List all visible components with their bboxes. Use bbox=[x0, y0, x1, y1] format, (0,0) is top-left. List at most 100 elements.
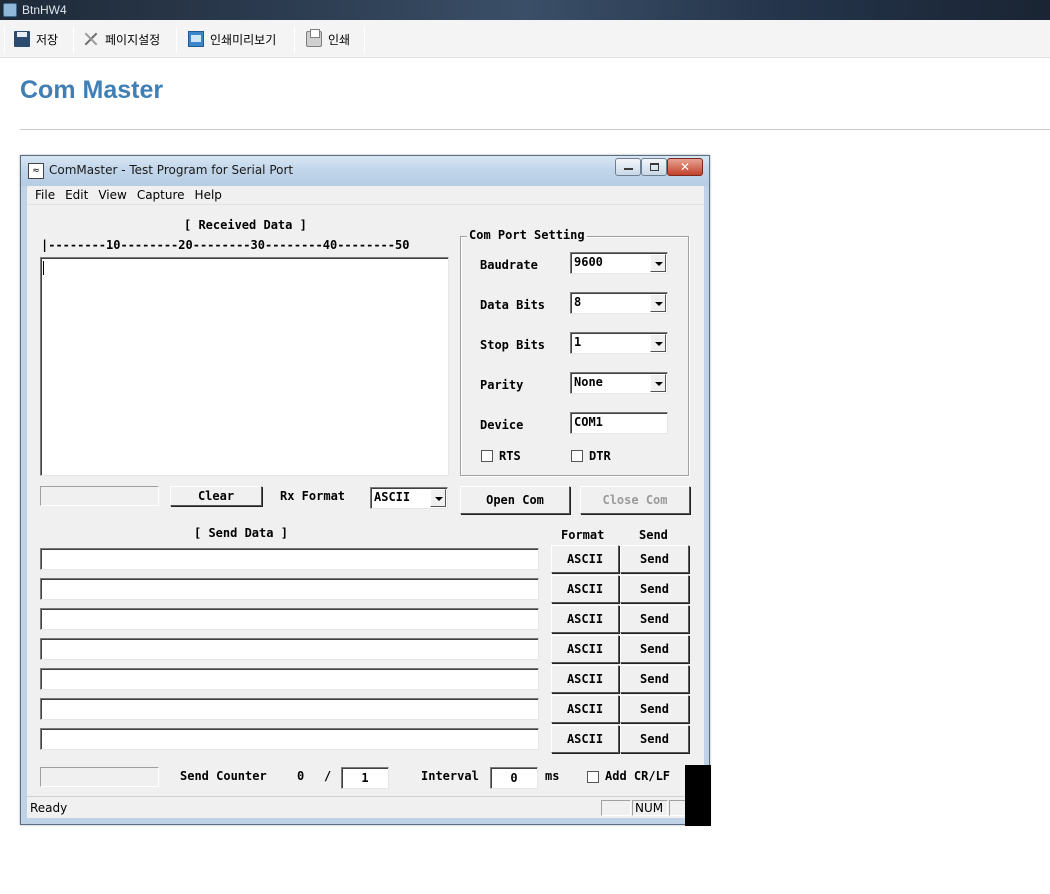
send-counter-label: Send Counter bbox=[180, 769, 267, 783]
baudrate-label: Baudrate bbox=[480, 258, 538, 272]
format-toggle-button[interactable]: ASCII bbox=[551, 575, 619, 603]
device-label: Device bbox=[480, 418, 524, 432]
outer-title-bar: BtnHW4 bbox=[0, 0, 1050, 20]
menu-bar: File Edit View Capture Help bbox=[27, 186, 704, 205]
commaster-app-icon: ≈ bbox=[28, 163, 44, 179]
rts-checkbox[interactable] bbox=[481, 450, 493, 462]
format-column-header: Format bbox=[561, 528, 605, 542]
send-button[interactable]: Send bbox=[620, 695, 689, 723]
data-bits-select[interactable]: 8 bbox=[570, 292, 668, 314]
send-data-input[interactable] bbox=[40, 608, 539, 630]
rx-format-select[interactable]: ASCII bbox=[370, 487, 448, 509]
rx-format-value: ASCII bbox=[374, 490, 411, 504]
save-label: 저장 bbox=[36, 32, 59, 47]
toolbar-separator bbox=[4, 27, 5, 53]
toolbar-separator bbox=[294, 27, 295, 53]
close-button[interactable]: ✕ bbox=[667, 158, 703, 176]
menu-help[interactable]: Help bbox=[190, 186, 227, 204]
send-column-header: Send bbox=[639, 528, 668, 542]
status-ready: Ready bbox=[30, 801, 68, 815]
dtr-checkbox[interactable] bbox=[571, 450, 583, 462]
menu-capture[interactable]: Capture bbox=[132, 186, 190, 204]
print-preview-label: 인쇄미리보기 bbox=[210, 32, 277, 47]
menu-view[interactable]: View bbox=[93, 186, 131, 204]
text-cursor bbox=[43, 261, 44, 275]
black-overlay bbox=[685, 765, 711, 826]
chevron-down-icon bbox=[650, 334, 666, 352]
page-setup-label: 페이지설정 bbox=[105, 32, 161, 47]
send-button[interactable]: Send bbox=[620, 635, 689, 663]
baudrate-value: 9600 bbox=[574, 255, 603, 269]
menu-file[interactable]: File bbox=[30, 186, 60, 204]
chevron-down-icon bbox=[430, 489, 446, 507]
send-data-header: [ Send Data ] bbox=[194, 526, 288, 540]
parity-value: None bbox=[574, 375, 603, 389]
send-data-input[interactable] bbox=[40, 578, 539, 600]
num-lock-indicator: NUM bbox=[632, 800, 668, 816]
menu-edit[interactable]: Edit bbox=[60, 186, 93, 204]
print-button[interactable]: 인쇄 bbox=[302, 26, 354, 52]
status-bar: Ready NUM bbox=[27, 796, 704, 818]
commaster-window: ≈ ComMaster - Test Program for Serial Po… bbox=[20, 155, 711, 826]
send-data-input[interactable] bbox=[40, 698, 539, 720]
send-counter-total-input[interactable]: 1 bbox=[341, 767, 389, 789]
send-button[interactable]: Send bbox=[620, 665, 689, 693]
baudrate-select[interactable]: 9600 bbox=[570, 252, 668, 274]
toolbar-separator bbox=[364, 27, 365, 53]
toolbar-separator bbox=[73, 27, 74, 53]
chevron-down-icon bbox=[650, 374, 666, 392]
send-data-input[interactable] bbox=[40, 728, 539, 750]
format-toggle-button[interactable]: ASCII bbox=[551, 725, 619, 753]
received-data-header: [ Received Data ] bbox=[184, 218, 307, 232]
outer-window-title: BtnHW4 bbox=[22, 3, 67, 17]
format-toggle-button[interactable]: ASCII bbox=[551, 665, 619, 693]
format-toggle-button[interactable]: ASCII bbox=[551, 635, 619, 663]
chevron-down-icon bbox=[650, 254, 666, 272]
save-icon bbox=[14, 31, 30, 47]
clear-button[interactable]: Clear bbox=[170, 486, 262, 506]
rts-label: RTS bbox=[499, 449, 521, 463]
stop-bits-select[interactable]: 1 bbox=[570, 332, 668, 354]
save-button[interactable]: 저장 bbox=[10, 26, 62, 52]
format-toggle-button[interactable]: ASCII bbox=[551, 695, 619, 723]
minimize-button[interactable] bbox=[615, 158, 641, 176]
open-com-button[interactable]: Open Com bbox=[460, 486, 570, 514]
print-preview-icon bbox=[188, 31, 204, 47]
stop-bits-value: 1 bbox=[574, 335, 582, 349]
send-button[interactable]: Send bbox=[620, 575, 689, 603]
stop-bits-label: Stop Bits bbox=[480, 338, 546, 352]
receive-status-field bbox=[40, 486, 159, 506]
parity-select[interactable]: None bbox=[570, 372, 668, 394]
commaster-title-bar[interactable]: ≈ ComMaster - Test Program for Serial Po… bbox=[21, 156, 709, 186]
divider bbox=[20, 129, 1050, 130]
parity-label: Parity bbox=[480, 378, 524, 392]
send-button[interactable]: Send bbox=[620, 725, 689, 753]
toolbar-separator bbox=[176, 27, 177, 53]
send-data-input[interactable] bbox=[40, 548, 539, 570]
print-label: 인쇄 bbox=[328, 32, 351, 47]
send-button[interactable]: Send bbox=[620, 545, 689, 573]
send-button[interactable]: Send bbox=[620, 605, 689, 633]
interval-input[interactable]: 0 bbox=[490, 767, 538, 789]
maximize-button[interactable] bbox=[641, 158, 667, 176]
commaster-title: ComMaster - Test Program for Serial Port bbox=[49, 163, 294, 177]
maximize-icon bbox=[650, 163, 659, 171]
printer-icon bbox=[306, 29, 322, 47]
send-data-input[interactable] bbox=[40, 668, 539, 690]
data-bits-value: 8 bbox=[574, 295, 582, 309]
format-toggle-button[interactable]: ASCII bbox=[551, 605, 619, 633]
client-area: [ Received Data ] |--------10--------20-… bbox=[27, 205, 704, 796]
format-toggle-button[interactable]: ASCII bbox=[551, 545, 619, 573]
page-setup-button[interactable]: 페이지설정 bbox=[79, 26, 164, 52]
dtr-label: DTR bbox=[589, 449, 611, 463]
add-crlf-checkbox[interactable] bbox=[587, 771, 599, 783]
received-data-area[interactable] bbox=[40, 257, 449, 476]
status-pane bbox=[601, 800, 631, 816]
close-com-button[interactable]: Close Com bbox=[580, 486, 690, 514]
page-title: Com Master bbox=[20, 76, 164, 104]
tools-icon bbox=[83, 31, 99, 47]
print-preview-button[interactable]: 인쇄미리보기 bbox=[184, 26, 280, 52]
column-ruler: |--------10--------20--------30--------4… bbox=[41, 238, 410, 252]
device-input[interactable]: COM1 bbox=[570, 412, 668, 434]
send-data-input[interactable] bbox=[40, 638, 539, 660]
